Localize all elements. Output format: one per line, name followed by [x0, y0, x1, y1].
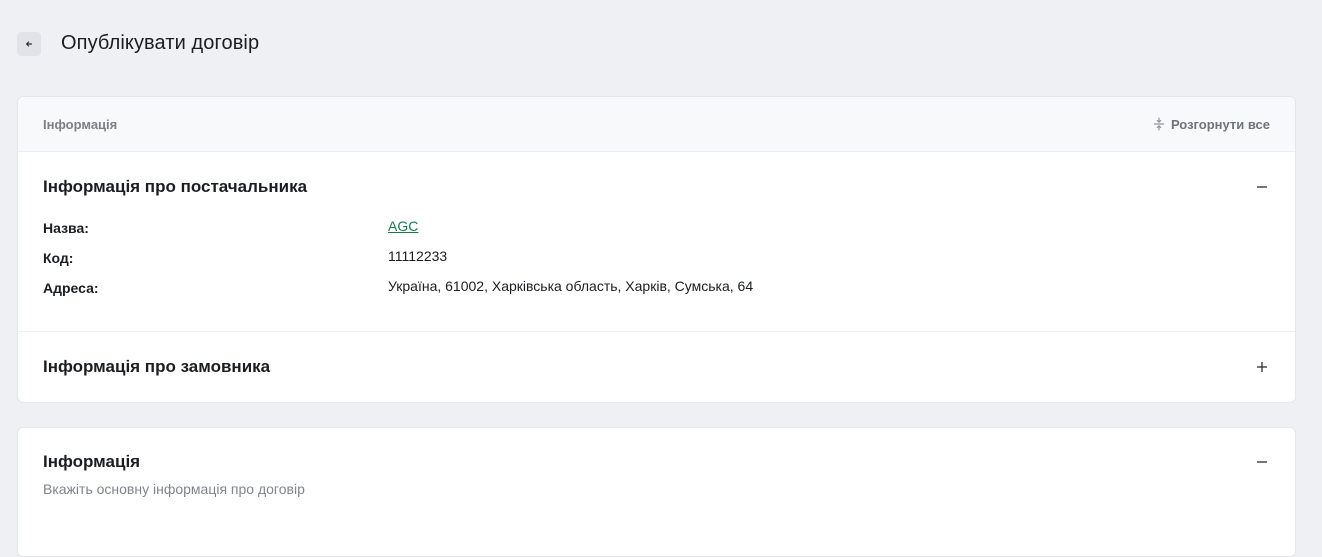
minus-icon[interactable] [1254, 454, 1270, 470]
supplier-address-value: Україна, 61002, Харківська область, Харк… [388, 278, 754, 294]
main-info-subtitle: Вкажіть основну інформація про договір [43, 481, 305, 497]
supplier-section-header[interactable]: Інформація про постачальника [43, 152, 1270, 222]
expand-all-label: Розгорнути все [1170, 116, 1270, 132]
info-card-label: Інформація [43, 116, 118, 132]
supplier-address-row: Адреса: Україна, 61002, Харківська облас… [43, 273, 1270, 303]
page-header: Опублікувати договір [17, 31, 259, 56]
supplier-address-label: Адреса: [43, 280, 99, 296]
customer-section-title: Інформація про замовника [43, 357, 271, 376]
supplier-code-value: 11112233 [388, 248, 448, 264]
supplier-name-link[interactable]: AGC [388, 218, 418, 234]
expand-all-icon [1153, 117, 1164, 131]
main-info-header[interactable]: Інформація Вкажіть основну інформація пр… [18, 428, 1295, 497]
main-info-card: Інформація Вкажіть основну інформація пр… [17, 427, 1296, 557]
plus-icon[interactable] [1254, 359, 1270, 375]
supplier-code-label: Код: [43, 250, 74, 266]
arrow-left-icon [26, 40, 33, 47]
expand-all-button[interactable]: Розгорнути все [1153, 117, 1270, 132]
supplier-section: Інформація про постачальника Назва: AGC … [18, 152, 1295, 332]
page-title: Опублікувати договір [61, 32, 260, 54]
customer-section: Інформація про замовника [18, 332, 1295, 402]
customer-section-header[interactable]: Інформація про замовника [43, 332, 1270, 402]
supplier-name-label: Назва: [43, 220, 89, 236]
supplier-section-title: Інформація про постачальника [43, 177, 308, 196]
minus-icon[interactable] [1254, 179, 1270, 195]
main-info-title: Інформація [43, 452, 141, 471]
back-button[interactable] [17, 31, 41, 56]
supplier-fields: Назва: AGC Код: 11112233 Адреса: Україна… [43, 213, 1270, 303]
info-card: Інформація Розгорнути все Інформація про… [17, 96, 1296, 403]
supplier-code-row: Код: 11112233 [43, 243, 1270, 273]
supplier-name-row: Назва: AGC [43, 213, 1270, 243]
info-card-topbar: Інформація Розгорнути все [18, 97, 1295, 152]
